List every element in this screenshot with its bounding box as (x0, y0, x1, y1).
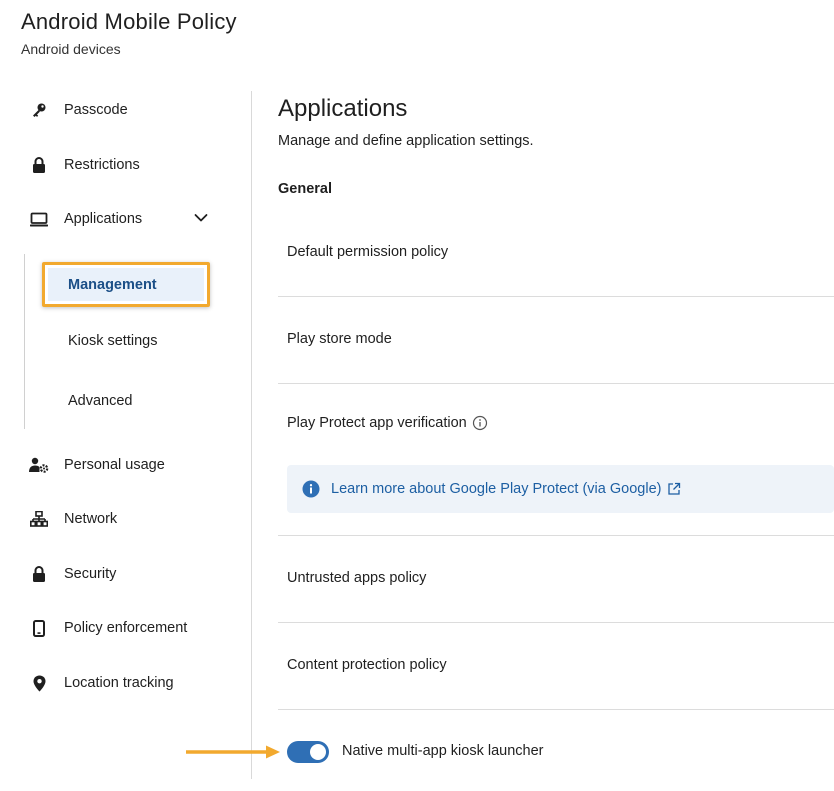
sidebar-item-label: Passcode (64, 102, 128, 118)
info-outline-icon[interactable] (472, 415, 488, 431)
page-subtitle: Android devices (21, 41, 121, 57)
sidebar-item-label: Personal usage (64, 457, 165, 473)
sidebar-item-label: Restrictions (64, 157, 140, 173)
sidebar-item-passcode[interactable]: Passcode (28, 98, 218, 122)
content-protection-policy-label: Content protection policy (287, 657, 447, 673)
page-header: Android Mobile Policy Android devices (21, 9, 237, 57)
phone-icon (28, 618, 50, 638)
row-divider (278, 709, 834, 710)
chevron-down-icon[interactable] (192, 209, 210, 227)
play-protect-info-banner: Learn more about Google Play Protect (vi… (287, 465, 834, 513)
native-kiosk-launcher-toggle[interactable] (287, 741, 329, 763)
location-pin-icon (28, 673, 50, 693)
subnav-guide-line (24, 254, 25, 429)
external-link-icon[interactable] (667, 482, 681, 496)
row-divider (278, 383, 834, 384)
general-heading: General (278, 181, 332, 197)
section-title: Applications (278, 95, 408, 122)
sidebar-subitem-label: Management (68, 276, 157, 293)
sidebar-item-location-tracking[interactable]: Location tracking (28, 671, 218, 695)
sidebar-item-label: Location tracking (64, 675, 174, 691)
toggle-knob (310, 744, 326, 760)
sidebar-item-security[interactable]: Security (28, 562, 218, 586)
network-icon (28, 509, 50, 529)
sidebar-item-applications[interactable]: Applications (28, 207, 218, 231)
native-kiosk-launcher-label: Native multi-app kiosk launcher (342, 743, 544, 759)
row-divider (278, 622, 834, 623)
play-protect-learn-more-link[interactable]: Learn more about Google Play Protect (vi… (331, 481, 661, 497)
monitor-icon (28, 209, 50, 229)
sidebar-subitem-advanced[interactable]: Advanced (68, 393, 133, 409)
sidebar-item-network[interactable]: Network (28, 507, 218, 531)
sidebar-item-label: Network (64, 511, 118, 527)
row-divider (278, 535, 834, 536)
section-description: Manage and define application settings. (278, 133, 534, 149)
sidebar-divider (251, 91, 252, 779)
callout-arrow-icon (186, 745, 280, 759)
sidebar-item-label: Applications (64, 211, 143, 227)
play-protect-label: Play Protect app verification (287, 415, 467, 431)
key-icon (28, 100, 50, 120)
user-gear-icon (28, 455, 50, 475)
lock-icon (28, 564, 50, 584)
sidebar-item-personal-usage[interactable]: Personal usage (28, 453, 218, 477)
sidebar-item-restrictions[interactable]: Restrictions (28, 153, 218, 177)
sidebar-subitem-kiosk-settings[interactable]: Kiosk settings (68, 333, 157, 349)
sidebar-subitem-management[interactable]: Management (42, 262, 210, 307)
play-store-mode-label: Play store mode (287, 331, 392, 347)
row-divider (278, 296, 834, 297)
play-protect-row: Play Protect app verification (287, 415, 488, 431)
sidebar-item-label: Security (64, 566, 117, 582)
selected-subitem-background: Management (48, 268, 204, 301)
info-icon (302, 480, 320, 498)
lock-icon (28, 155, 50, 175)
untrusted-apps-policy-label: Untrusted apps policy (287, 570, 427, 586)
sidebar-item-label: Policy enforcement (64, 620, 188, 636)
default-permission-policy-label: Default permission policy (287, 244, 449, 260)
sidebar-item-policy-enforcement[interactable]: Policy enforcement (28, 616, 218, 640)
page-title: Android Mobile Policy (21, 9, 237, 34)
